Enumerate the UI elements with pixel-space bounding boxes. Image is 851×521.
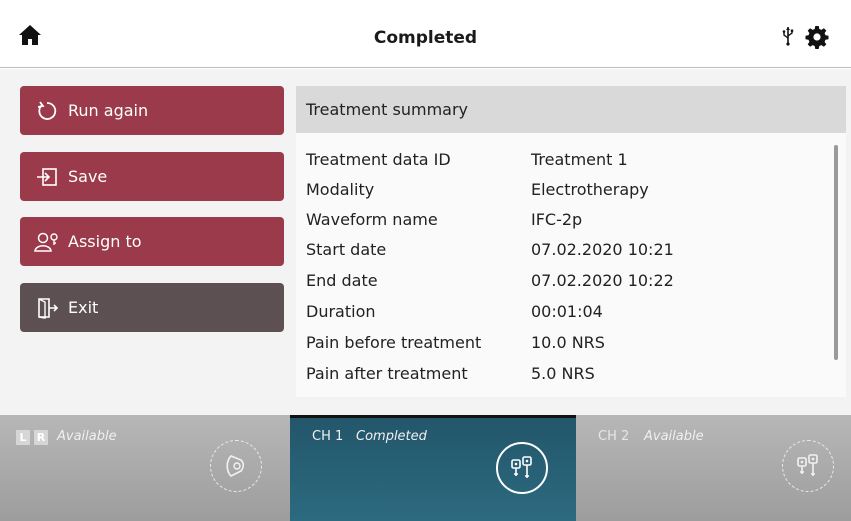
summary-value: 10.0 NRS — [531, 333, 605, 352]
summary-row: Pain before treatment 10.0 NRS — [306, 329, 826, 360]
channel-lr-status: Available — [57, 429, 117, 444]
refresh-icon — [34, 98, 60, 124]
channel-bar: L R Available CH 1 Completed CH 2 Availa… — [0, 415, 851, 521]
summary-value: 07.02.2020 10:21 — [531, 240, 674, 259]
channel-1-status: Completed — [356, 429, 427, 444]
channel-lr-slot[interactable]: L R Available — [0, 415, 290, 521]
summary-list[interactable]: Treatment data ID Treatment 1 Modality E… — [296, 133, 846, 397]
save-icon — [34, 164, 60, 190]
right-indicator: R — [34, 430, 48, 445]
header-bar: Completed — [0, 0, 851, 68]
summary-row: Treatment data ID Treatment 1 — [306, 146, 826, 177]
summary-value: 07.02.2020 10:22 — [531, 271, 674, 290]
electrodes-icon — [496, 442, 548, 494]
channel-2-slot[interactable]: CH 2 Available — [576, 415, 851, 521]
summary-label: Start date — [306, 240, 387, 259]
summary-row: Modality Electrotherapy — [306, 176, 826, 207]
summary-value: IFC-2p — [531, 210, 583, 229]
summary-row: Duration 00:01:04 — [306, 298, 826, 329]
electrodes-icon — [782, 440, 834, 492]
save-button[interactable]: Save — [20, 152, 284, 201]
summary-value: Treatment 1 — [531, 150, 628, 169]
summary-label: Pain before treatment — [306, 333, 482, 352]
treatment-summary-panel: Treatment summary Treatment data ID Trea… — [296, 86, 846, 397]
channel-2-status: Available — [644, 429, 704, 444]
summary-row: End date 07.02.2020 10:22 — [306, 267, 826, 298]
summary-row: Waveform name IFC-2p — [306, 206, 826, 237]
channel-1-name: CH 1 — [312, 429, 344, 444]
summary-row: Pain after treatment 5.0 NRS — [306, 360, 826, 391]
summary-label: End date — [306, 271, 378, 290]
summary-label: Modality — [306, 180, 375, 199]
exit-button[interactable]: Exit — [20, 283, 284, 332]
run-again-button[interactable]: Run again — [20, 86, 284, 135]
gear-icon[interactable] — [805, 25, 829, 49]
summary-scrollbar[interactable] — [834, 145, 838, 360]
summary-label: Treatment data ID — [306, 150, 451, 169]
exit-door-icon — [34, 295, 60, 321]
applicator-icon — [210, 440, 262, 492]
save-label: Save — [68, 167, 108, 186]
summary-value: 5.0 NRS — [531, 364, 595, 383]
summary-label: Waveform name — [306, 210, 438, 229]
assign-user-icon — [34, 229, 60, 255]
main-content: Run again Save Assign to Exit Treatment … — [0, 69, 851, 415]
channel-1-slot[interactable]: CH 1 Completed — [290, 415, 576, 521]
channel-2-name: CH 2 — [598, 429, 630, 444]
summary-label: Duration — [306, 302, 376, 321]
page-title: Completed — [373, 28, 478, 48]
summary-label: Pain after treatment — [306, 364, 468, 383]
exit-label: Exit — [68, 298, 99, 317]
summary-value: Electrotherapy — [531, 180, 649, 199]
run-again-label: Run again — [68, 101, 149, 120]
left-indicator: L — [16, 430, 30, 445]
usb-icon — [781, 26, 795, 46]
summary-title: Treatment summary — [296, 86, 846, 133]
summary-value: 00:01:04 — [531, 302, 603, 321]
summary-row: Start date 07.02.2020 10:21 — [306, 236, 826, 267]
assign-to-label: Assign to — [68, 232, 142, 251]
assign-to-button[interactable]: Assign to — [20, 217, 284, 266]
